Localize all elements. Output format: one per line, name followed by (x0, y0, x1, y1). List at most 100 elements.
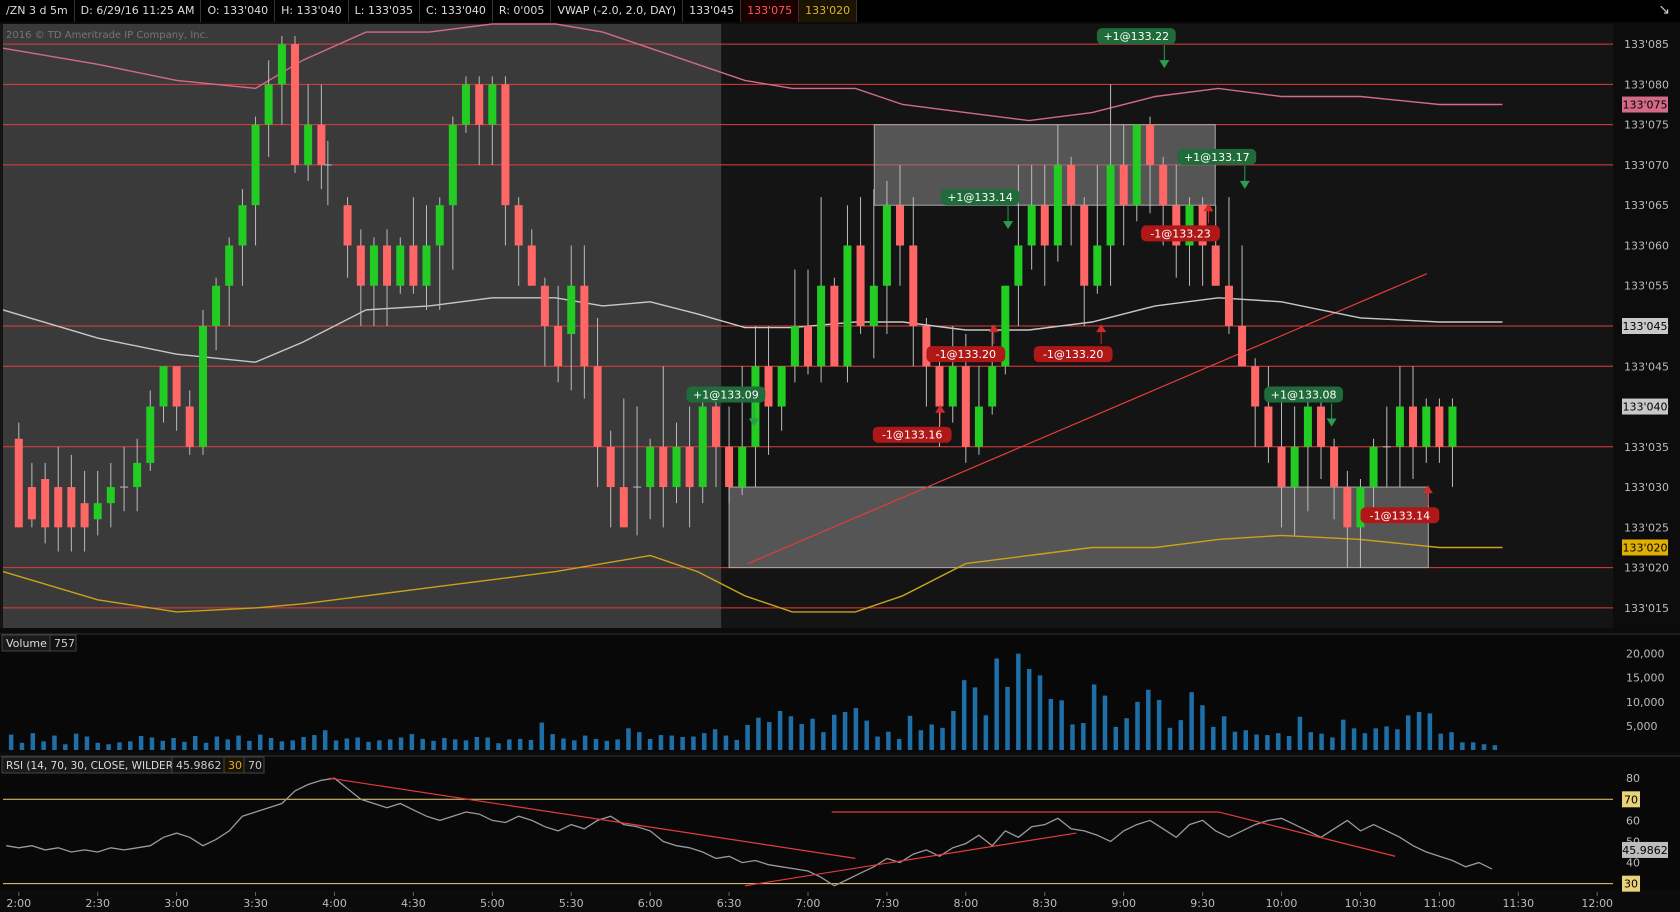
volume-bar (1405, 715, 1411, 750)
trade-label: -1@133.14 (1370, 509, 1430, 522)
time-tick-label: 5:30 (559, 897, 584, 910)
candle-body (725, 446, 734, 488)
volume-bar (138, 736, 144, 750)
price-tick-label: 133'020 (1624, 562, 1669, 575)
rsi-tick-label: 80 (1626, 772, 1640, 785)
volume-bar (561, 738, 566, 750)
candle-body (817, 285, 826, 367)
volume-bar (831, 714, 837, 750)
candle-body (277, 44, 286, 85)
candle-body (383, 245, 392, 286)
candle-body (251, 124, 260, 206)
candle-body (882, 205, 891, 286)
volume-bar (431, 740, 436, 750)
time-tick-label: 9:00 (1111, 897, 1136, 910)
volume-bar (128, 741, 133, 750)
volume-bar (236, 735, 241, 750)
candle-body (909, 245, 918, 326)
volume-bar (1416, 711, 1422, 750)
candle-body (238, 205, 247, 246)
price-tick-label: 133'045 (1624, 360, 1669, 373)
candle-body (54, 487, 63, 528)
price-tick-label: 133'035 (1624, 441, 1669, 454)
volume-bar (1276, 733, 1281, 750)
price-badge-label: 133'020 (1622, 541, 1667, 554)
volume-bar (442, 737, 447, 750)
time-tick-label: 10:00 (1266, 897, 1298, 910)
candle-body (948, 366, 957, 407)
candle-body (1395, 406, 1404, 447)
volume-bar (572, 740, 577, 750)
rsi-value: 45.9862 (176, 759, 222, 772)
volume-bar (344, 738, 350, 750)
volume-bar (1037, 675, 1043, 750)
candle-body (554, 326, 563, 367)
candle-body (804, 326, 812, 367)
candle-body (317, 124, 326, 165)
volume-bar (788, 716, 794, 750)
volume-bar (225, 739, 230, 750)
volume-bar (1449, 732, 1454, 750)
candle-body (106, 487, 115, 504)
candle-body (540, 285, 549, 326)
volume-bar (409, 734, 415, 750)
volume-bar (19, 742, 25, 750)
candle-body (1106, 164, 1115, 246)
candle-body (659, 446, 668, 488)
volume-bar (756, 717, 761, 750)
candle-body (1159, 164, 1168, 206)
volume-bar (312, 735, 317, 750)
candle-body (961, 366, 970, 447)
volume-bar (1427, 713, 1433, 750)
volume-bar (1059, 700, 1064, 750)
candle-body (567, 285, 576, 335)
candle-body (422, 245, 431, 286)
volume-bar (279, 741, 285, 750)
price-tick-label: 133'065 (1624, 199, 1669, 212)
candle-body (790, 326, 799, 367)
volume-bar (918, 730, 924, 750)
volume-bar (1395, 729, 1400, 750)
volume-bar (1297, 716, 1303, 750)
time-tick-label: 7:00 (796, 897, 821, 910)
trade-label: -1@133.23 (1150, 227, 1210, 240)
volume-bar (1178, 720, 1184, 750)
chart-canvas[interactable]: 2016 © TD Ameritrade IP Company, Inc. +1@… (0, 0, 1680, 912)
volume-bar (940, 727, 945, 750)
volume-bar (106, 744, 111, 750)
candle-body (974, 406, 983, 447)
volume-bar (333, 740, 339, 750)
candle-body (146, 406, 155, 463)
rsi-high-label: 70 (248, 759, 262, 772)
volume-bar (496, 743, 501, 750)
trade-label: -1@133.20 (936, 348, 996, 361)
trade-label: +1@133.14 (947, 191, 1013, 204)
volume-bar (951, 710, 956, 750)
candle-body (580, 285, 589, 367)
candle-body (461, 84, 470, 125)
trade-label: +1@133.08 (1271, 388, 1337, 401)
volume-bar (355, 737, 360, 750)
candle-body (685, 446, 694, 488)
volume-bar (1232, 731, 1238, 750)
rsi-tick-label: 40 (1626, 857, 1640, 870)
volume-bar (1211, 726, 1216, 750)
candle-body (1330, 446, 1339, 488)
volume-bar (257, 734, 263, 750)
volume-bar (474, 736, 480, 750)
volume-bar (702, 733, 707, 750)
volume-bar (452, 739, 458, 750)
volume-bar (322, 730, 328, 750)
volume-bar (1070, 724, 1075, 750)
volume-bar (8, 734, 14, 750)
volume-bar (84, 736, 90, 750)
volume-bar (886, 731, 891, 750)
time-tick-label: 3:00 (164, 897, 189, 910)
candle-body (1080, 205, 1089, 286)
volume-bar (182, 741, 187, 750)
volume-bar (366, 741, 371, 750)
candle-body (1435, 406, 1444, 447)
volume-label: Volume (6, 637, 47, 650)
candle-body (198, 326, 207, 447)
candle-body (751, 366, 760, 447)
